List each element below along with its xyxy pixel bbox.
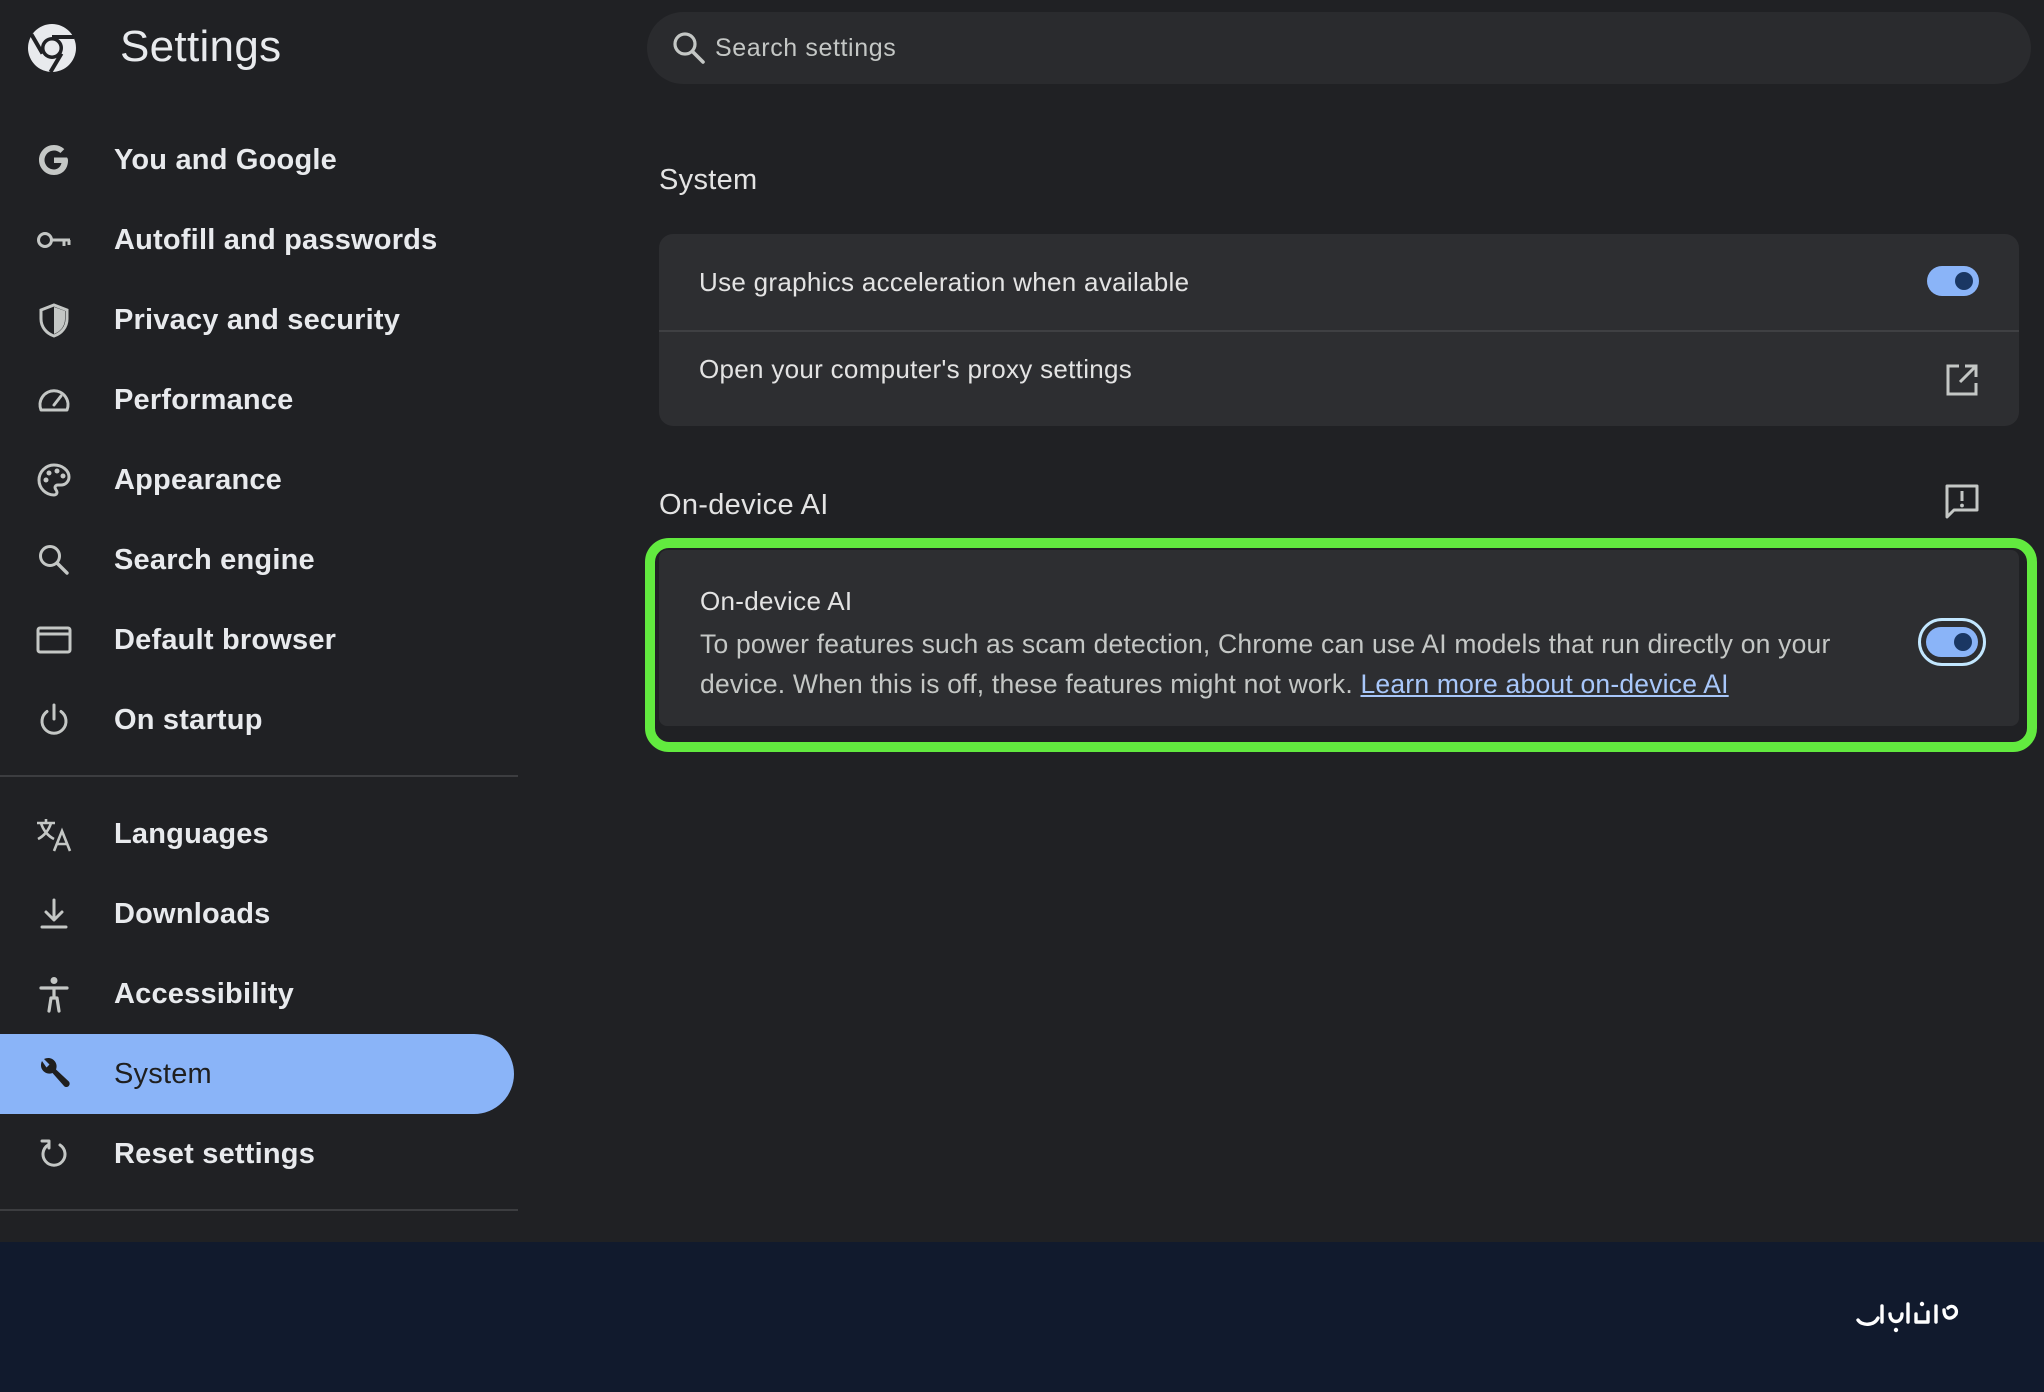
site-logo-watermark xyxy=(1856,1301,1959,1333)
sidebar-item-search-engine[interactable]: Search engine xyxy=(0,520,514,600)
sidebar-item-label: Reset settings xyxy=(114,1137,316,1170)
translate-icon xyxy=(37,819,72,852)
browser-window-icon xyxy=(36,626,72,654)
feedback-icon[interactable] xyxy=(1944,482,1980,522)
sidebar-item-appearance[interactable]: Appearance xyxy=(0,440,514,520)
google-g-icon xyxy=(39,145,68,175)
sidebar-item-you-and-google[interactable]: You and Google xyxy=(0,120,514,200)
learn-more-link[interactable]: Learn more about on-device AI xyxy=(1360,669,1728,699)
sidebar-item-label: Default browser xyxy=(114,623,337,656)
open-in-new-icon[interactable] xyxy=(1944,362,1980,398)
graphics-acceleration-label: Use graphics acceleration when available xyxy=(699,267,1190,297)
sidebar-divider xyxy=(0,775,518,777)
wrench-icon xyxy=(40,1057,70,1088)
search-bar[interactable] xyxy=(647,12,2031,84)
sidebar-item-default-browser[interactable]: Default browser xyxy=(0,600,514,680)
download-icon xyxy=(40,898,68,929)
sidebar-item-on-startup[interactable]: On startup xyxy=(0,680,514,760)
settings-app: Settings You and Google Autofill and pas… xyxy=(0,0,2044,1242)
sidebar-item-performance[interactable]: Performance xyxy=(0,360,514,440)
chrome-logo-icon xyxy=(28,24,76,74)
section-title-system: System xyxy=(659,164,758,196)
toggle-knob xyxy=(1955,272,1973,290)
sidebar-item-label: Accessibility xyxy=(114,977,294,1010)
search-input[interactable] xyxy=(715,12,1995,84)
section-title-on-device-ai: On-device AI xyxy=(659,489,829,521)
footer-band xyxy=(0,1242,2044,1392)
system-settings-card: Use graphics acceleration when available… xyxy=(659,234,2019,426)
sidebar-item-downloads[interactable]: Downloads xyxy=(0,874,514,954)
sidebar-item-privacy[interactable]: Privacy and security xyxy=(0,280,514,360)
row-divider xyxy=(659,330,2019,332)
on-device-ai-title: On-device AI xyxy=(700,586,853,616)
accessibility-icon xyxy=(39,977,69,1013)
toggle-knob xyxy=(1954,633,1972,651)
sidebar-item-label: Languages xyxy=(114,817,269,850)
sidebar-divider xyxy=(0,1209,518,1211)
sidebar-item-languages[interactable]: Languages xyxy=(0,794,514,874)
proxy-settings-label: Open your computer's proxy settings xyxy=(699,354,1133,384)
sidebar-item-reset-settings[interactable]: Reset settings xyxy=(0,1114,514,1194)
sidebar-item-label: Privacy and security xyxy=(114,303,401,336)
graphics-acceleration-toggle[interactable] xyxy=(1927,266,1979,296)
sidebar-item-autofill[interactable]: Autofill and passwords xyxy=(0,200,514,280)
palette-icon xyxy=(37,463,71,497)
sidebar-item-label: You and Google xyxy=(114,143,337,176)
reset-icon xyxy=(40,1139,67,1167)
sidebar-item-label: Search engine xyxy=(114,543,315,576)
search-icon xyxy=(39,545,69,575)
sidebar-item-system[interactable]: System xyxy=(0,1034,514,1114)
shield-icon xyxy=(39,303,69,338)
page-title: Settings xyxy=(120,22,282,71)
sidebar-item-label: Autofill and passwords xyxy=(114,223,438,256)
sidebar-item-label: Performance xyxy=(114,383,294,416)
key-icon xyxy=(37,232,71,248)
on-device-ai-toggle[interactable] xyxy=(1918,618,1986,666)
sidebar-item-accessibility[interactable]: Accessibility xyxy=(0,954,514,1034)
sidebar-item-label: Downloads xyxy=(114,897,271,930)
sidebar-item-label: System xyxy=(114,1057,212,1090)
power-icon xyxy=(40,703,68,735)
on-device-ai-description: To power features such as scam detection… xyxy=(700,624,1880,704)
sidebar-item-label: On startup xyxy=(114,703,263,736)
speedometer-icon xyxy=(38,389,70,412)
sidebar-item-label: Appearance xyxy=(114,463,283,496)
search-icon xyxy=(673,32,705,64)
